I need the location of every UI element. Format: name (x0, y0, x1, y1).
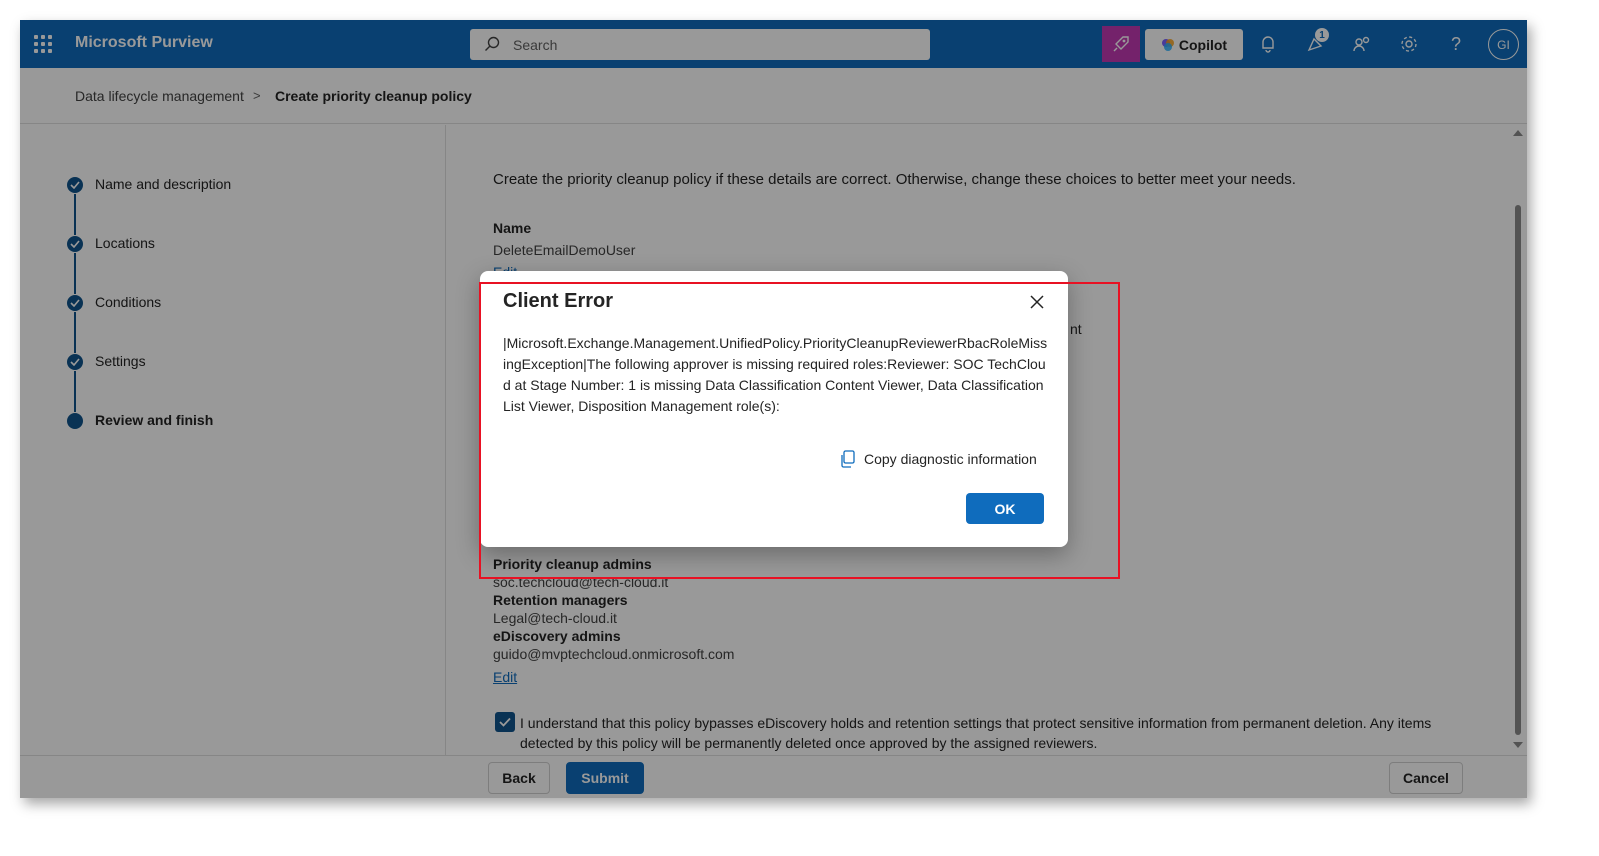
purview-window: Microsoft Purview Search Copilot 1 ? GI … (20, 20, 1527, 798)
annotation-highlight-box (479, 282, 1120, 579)
